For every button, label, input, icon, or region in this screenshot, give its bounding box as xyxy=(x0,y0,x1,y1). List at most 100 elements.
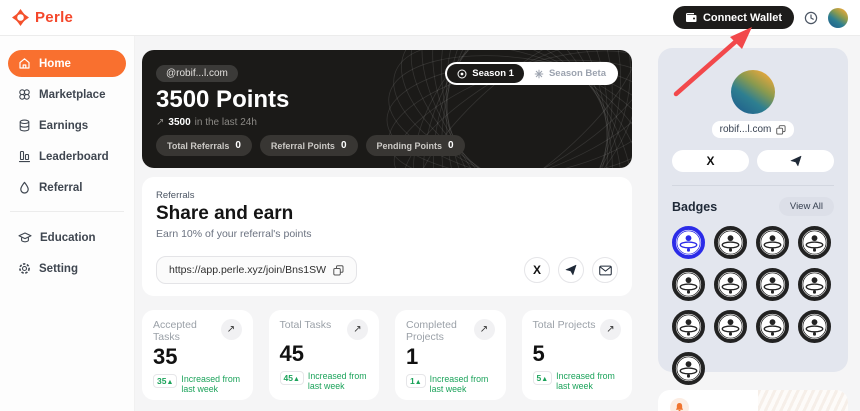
referrals-card: Referrals Share and earn Earn 10% of you… xyxy=(142,177,632,296)
home-icon xyxy=(18,57,31,70)
stat-label: Completed Projects xyxy=(406,319,472,343)
stats-row: Accepted Tasks ↗ 35 35▲ Increased from l… xyxy=(142,310,632,400)
sidebar-item-education[interactable]: Education xyxy=(8,224,126,251)
telegram-icon xyxy=(565,264,577,276)
perle-logo-icon xyxy=(12,9,29,26)
accepted-tasks-card: Accepted Tasks ↗ 35 35▲ Increased from l… xyxy=(142,310,253,400)
share-buttons: X xyxy=(524,257,618,283)
badge[interactable] xyxy=(798,226,831,259)
copy-icon[interactable] xyxy=(776,125,786,135)
season-beta-icon xyxy=(534,69,544,79)
share-email-button[interactable] xyxy=(592,257,618,283)
stat-delta-badge: 35▲ xyxy=(153,374,177,388)
stat-value: 35 xyxy=(153,344,242,370)
total-projects-card: Total Projects ↗ 5 5▲ Increased from las… xyxy=(522,310,633,400)
marketplace-icon xyxy=(18,88,31,101)
sidebar-label: Earnings xyxy=(39,120,88,132)
user-avatar[interactable] xyxy=(828,8,848,28)
sidebar-item-setting[interactable]: Setting xyxy=(8,255,126,282)
share-telegram-button[interactable] xyxy=(558,257,584,283)
badge[interactable] xyxy=(756,310,789,343)
stat-value: 45 xyxy=(280,341,369,367)
badge-icon xyxy=(672,352,705,385)
stat-open-button[interactable]: ↗ xyxy=(600,319,621,340)
sidebar-item-leaderboard[interactable]: Leaderboard xyxy=(8,143,126,170)
connect-wallet-button[interactable]: Connect Wallet xyxy=(673,6,794,29)
referrals-eyebrow: Referrals xyxy=(156,190,618,201)
badge[interactable] xyxy=(714,226,747,259)
badge-icon xyxy=(798,310,831,343)
sidebar-item-referral[interactable]: Referral xyxy=(8,174,126,201)
arrow-up-right-icon: ↗ xyxy=(353,324,361,335)
notification-card xyxy=(658,390,848,411)
sidebar-label: Education xyxy=(40,232,96,244)
up-triangle-icon: ▲ xyxy=(166,379,173,386)
stat-value: 5 xyxy=(533,341,622,367)
telegram-icon xyxy=(790,155,802,167)
stat-note: Increased from last week xyxy=(556,371,621,391)
arrow-up-right-icon: ↗ xyxy=(606,324,614,335)
badge[interactable] xyxy=(756,268,789,301)
referral-link-text: https://app.perle.xyz/join/Bns1SW xyxy=(169,264,326,276)
copy-icon[interactable] xyxy=(333,265,344,276)
badge[interactable] xyxy=(756,226,789,259)
stat-label: Total Projects xyxy=(533,319,596,331)
season-1-tab[interactable]: Season 1 xyxy=(447,64,524,83)
view-all-button[interactable]: View All xyxy=(779,197,834,216)
logo-text: Perle xyxy=(35,9,73,26)
sidebar: Home Marketplace Earnings xyxy=(0,36,135,411)
total-tasks-card: Total Tasks ↗ 45 45▲ Increased from last… xyxy=(269,310,380,400)
stat-open-button[interactable]: ↗ xyxy=(474,319,495,340)
clock-icon[interactable] xyxy=(804,11,818,25)
share-x-button[interactable]: X xyxy=(524,257,550,283)
x-logo-icon: X xyxy=(533,263,541,277)
sidebar-item-earnings[interactable]: Earnings xyxy=(8,112,126,139)
stat-value: 1 xyxy=(406,344,495,370)
sidebar-label: Marketplace xyxy=(39,89,105,101)
badge[interactable] xyxy=(672,226,705,259)
hero-stat-pills: Total Referrals 0 Referral Points 0 Pend… xyxy=(156,135,465,156)
stripe-pattern xyxy=(758,390,848,411)
profile-telegram-button[interactable] xyxy=(757,150,834,172)
stat-note: Increased from last week xyxy=(308,371,368,391)
sidebar-item-marketplace[interactable]: Marketplace xyxy=(8,81,126,108)
gear-icon xyxy=(18,262,31,275)
wallet-icon xyxy=(685,12,697,23)
pending-points-pill: Pending Points 0 xyxy=(366,135,465,156)
profile-x-button[interactable]: X xyxy=(672,150,749,172)
badge[interactable] xyxy=(672,268,705,301)
stat-open-button[interactable]: ↗ xyxy=(221,319,242,340)
sidebar-label: Home xyxy=(39,58,71,70)
profile-email-pill[interactable]: robif...l.com xyxy=(712,121,795,138)
badge-icon xyxy=(798,268,831,301)
perle-logo: Perle xyxy=(12,9,73,26)
referral-icon xyxy=(18,181,31,194)
profile-avatar xyxy=(731,70,775,114)
arrow-up-right-icon: ↗ xyxy=(156,117,164,128)
badge[interactable] xyxy=(798,268,831,301)
completed-projects-card: Completed Projects ↗ 1 1▲ Increased from… xyxy=(395,310,506,400)
season-beta-tab[interactable]: Season Beta xyxy=(524,64,616,83)
badge-icon xyxy=(714,268,747,301)
badge-icon xyxy=(672,226,705,259)
badge[interactable] xyxy=(714,268,747,301)
sidebar-label: Referral xyxy=(39,182,82,194)
sidebar-item-home[interactable]: Home xyxy=(8,50,126,77)
badge[interactable] xyxy=(672,310,705,343)
stat-delta-badge: 5▲ xyxy=(533,371,553,385)
referral-link-pill[interactable]: https://app.perle.xyz/join/Bns1SW xyxy=(156,256,357,284)
stat-delta-badge: 1▲ xyxy=(406,374,426,388)
x-logo-icon: X xyxy=(706,154,714,168)
referral-link-row: https://app.perle.xyz/join/Bns1SW X xyxy=(156,256,618,284)
badge[interactable] xyxy=(798,310,831,343)
badge[interactable] xyxy=(714,310,747,343)
stat-open-button[interactable]: ↗ xyxy=(347,319,368,340)
referral-points-pill: Referral Points 0 xyxy=(260,135,358,156)
education-icon xyxy=(18,231,32,244)
stat-delta-badge: 45▲ xyxy=(280,371,304,385)
referrals-subtitle: Earn 10% of your referral's points xyxy=(156,228,618,240)
earnings-icon xyxy=(18,119,31,132)
total-referrals-pill: Total Referrals 0 xyxy=(156,135,252,156)
stat-label: Total Tasks xyxy=(280,319,332,331)
badge[interactable] xyxy=(672,352,705,385)
